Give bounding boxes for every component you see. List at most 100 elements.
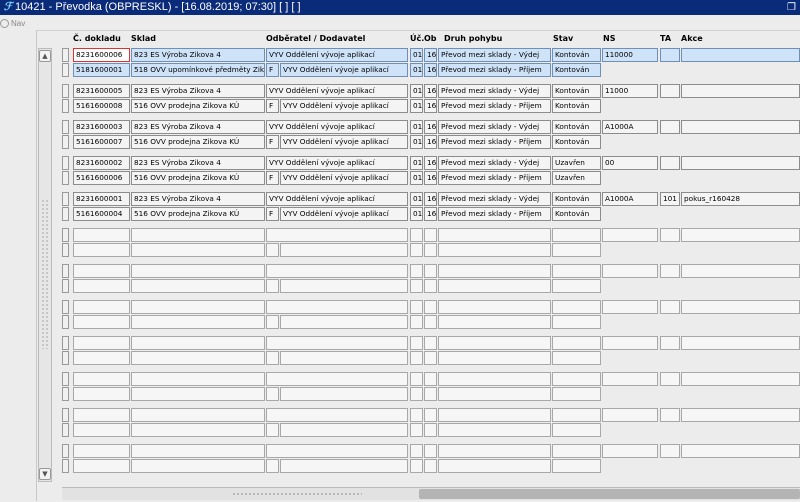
odberatel-field[interactable]: [280, 459, 408, 473]
odberatel-field[interactable]: [266, 408, 408, 422]
odberatel-field[interactable]: [266, 300, 408, 314]
flag-field[interactable]: F: [266, 99, 279, 113]
uc-field[interactable]: 01: [410, 171, 423, 185]
row-selector[interactable]: [62, 228, 69, 242]
sklad-field[interactable]: 823 ES Výroba Zikova 4: [131, 84, 265, 98]
stav-field[interactable]: Kontován: [552, 84, 601, 98]
sklad-field[interactable]: [131, 336, 265, 350]
row-selector[interactable]: [62, 84, 69, 98]
sklad-field[interactable]: 823 ES Výroba Zikova 4: [131, 120, 265, 134]
odberatel-field[interactable]: VYV Oddělení vývoje aplikací: [266, 120, 408, 134]
ob-field[interactable]: 16: [424, 84, 437, 98]
ns-field[interactable]: 00: [602, 156, 658, 170]
akce-field[interactable]: [681, 408, 800, 422]
druh-pohybu-field[interactable]: [438, 423, 551, 437]
doc-number-field[interactable]: 8231600001: [73, 192, 130, 206]
odberatel-field[interactable]: [266, 264, 408, 278]
stav-field[interactable]: Kontován: [552, 63, 601, 77]
druh-pohybu-field[interactable]: [438, 387, 551, 401]
druh-pohybu-field[interactable]: [438, 459, 551, 473]
sklad-field[interactable]: 516 OVV prodejna Zikova KÚ: [131, 207, 265, 221]
druh-pohybu-field[interactable]: [438, 336, 551, 350]
druh-pohybu-field[interactable]: Převod mezi sklady - Výdej: [438, 84, 551, 98]
row-selector[interactable]: [62, 48, 69, 62]
sklad-field[interactable]: [131, 408, 265, 422]
ob-field[interactable]: [424, 315, 437, 329]
doc-number-field[interactable]: [73, 228, 130, 242]
ta-field[interactable]: [660, 84, 680, 98]
stav-field[interactable]: Kontován: [552, 192, 601, 206]
uc-field[interactable]: 01: [410, 99, 423, 113]
odberatel-field[interactable]: [280, 279, 408, 293]
druh-pohybu-field[interactable]: [438, 408, 551, 422]
sklad-field[interactable]: [131, 351, 265, 365]
odberatel-field[interactable]: [266, 372, 408, 386]
doc-number-field[interactable]: [73, 279, 130, 293]
doc-number-field[interactable]: [73, 387, 130, 401]
akce-field[interactable]: pokus_r160428: [681, 192, 800, 206]
druh-pohybu-field[interactable]: Převod mezi sklady - Výdej: [438, 192, 551, 206]
sklad-field[interactable]: [131, 279, 265, 293]
vertical-scrollbar[interactable]: ▲ ▼: [38, 48, 52, 482]
row-selector[interactable]: [62, 135, 69, 149]
flag-field[interactable]: F: [266, 207, 279, 221]
odberatel-field[interactable]: [266, 336, 408, 350]
ta-field[interactable]: [660, 228, 680, 242]
stav-field[interactable]: Uzavřen: [552, 171, 601, 185]
odberatel-field[interactable]: VYV Oddělení vývoje aplikací: [266, 84, 408, 98]
druh-pohybu-field[interactable]: [438, 243, 551, 257]
row-selector[interactable]: [62, 300, 69, 314]
doc-number-field[interactable]: 5181600001: [73, 63, 130, 77]
odberatel-field[interactable]: VYV Oddělení vývoje aplikací: [266, 48, 408, 62]
odberatel-field[interactable]: VYV Oddělení vývoje aplikací: [280, 63, 408, 77]
uc-field[interactable]: [410, 408, 423, 422]
odberatel-field[interactable]: [266, 444, 408, 458]
stav-field[interactable]: [552, 408, 601, 422]
doc-number-field[interactable]: 8231600005: [73, 84, 130, 98]
ta-field[interactable]: [660, 120, 680, 134]
stav-field[interactable]: [552, 444, 601, 458]
ns-field[interactable]: [602, 264, 658, 278]
uc-field[interactable]: [410, 423, 423, 437]
ns-field[interactable]: [602, 300, 658, 314]
row-selector[interactable]: [62, 423, 69, 437]
odberatel-field[interactable]: [280, 315, 408, 329]
uc-field[interactable]: [410, 444, 423, 458]
sklad-field[interactable]: [131, 459, 265, 473]
stav-field[interactable]: Kontován: [552, 120, 601, 134]
vertical-scroll-thumb[interactable]: [41, 199, 49, 349]
sklad-field[interactable]: 823 ES Výroba Zikova 4: [131, 48, 265, 62]
druh-pohybu-field[interactable]: Převod mezi sklady - Příjem: [438, 135, 551, 149]
sklad-field[interactable]: [131, 372, 265, 386]
arrow-down-icon[interactable]: ▼: [39, 468, 51, 480]
uc-field[interactable]: [410, 372, 423, 386]
ob-field[interactable]: 16: [424, 48, 437, 62]
flag-field[interactable]: [266, 387, 279, 401]
row-selector[interactable]: [62, 192, 69, 206]
ta-field[interactable]: [660, 372, 680, 386]
ob-field[interactable]: 16: [424, 135, 437, 149]
uc-field[interactable]: [410, 336, 423, 350]
uc-field[interactable]: [410, 315, 423, 329]
row-selector[interactable]: [62, 99, 69, 113]
doc-number-field[interactable]: [73, 423, 130, 437]
row-selector[interactable]: [62, 315, 69, 329]
row-selector[interactable]: [62, 408, 69, 422]
sklad-field[interactable]: [131, 300, 265, 314]
ob-field[interactable]: [424, 279, 437, 293]
odberatel-field[interactable]: [280, 387, 408, 401]
sklad-field[interactable]: [131, 444, 265, 458]
ns-field[interactable]: [602, 372, 658, 386]
odberatel-field[interactable]: VYV Oddělení vývoje aplikací: [280, 99, 408, 113]
akce-field[interactable]: [681, 444, 800, 458]
ob-field[interactable]: [424, 300, 437, 314]
uc-field[interactable]: [410, 351, 423, 365]
doc-number-field[interactable]: 5161600007: [73, 135, 130, 149]
flag-field[interactable]: F: [266, 63, 279, 77]
druh-pohybu-field[interactable]: [438, 279, 551, 293]
doc-number-field[interactable]: [73, 408, 130, 422]
ta-field[interactable]: [660, 300, 680, 314]
ns-field[interactable]: A1000A: [602, 192, 658, 206]
flag-field[interactable]: [266, 423, 279, 437]
uc-field[interactable]: 01: [410, 84, 423, 98]
